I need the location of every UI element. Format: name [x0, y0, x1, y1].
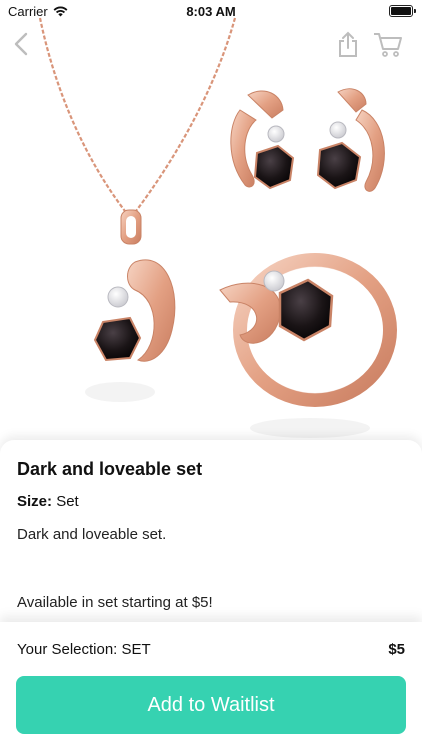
- selection-label: Your Selection: SET: [17, 641, 151, 658]
- availability-text: Available in set starting at $5!: [17, 594, 213, 611]
- selection-row: Your Selection: SET $5: [17, 641, 405, 658]
- ring: [219, 253, 397, 407]
- selection-price: $5: [388, 641, 405, 658]
- battery-icon: [389, 5, 416, 17]
- product-image: [0, 0, 422, 450]
- earring-left: [230, 90, 295, 190]
- earring-right: [316, 88, 385, 192]
- cart-icon[interactable]: [372, 30, 404, 58]
- product-description: Dark and loveable set.: [17, 526, 167, 543]
- bottom-bar: Your Selection: SET $5 Add to Waitlist: [0, 622, 422, 750]
- chevron-left-icon[interactable]: [10, 30, 34, 58]
- product-title: Dark and loveable set: [17, 459, 203, 479]
- product-info-card: Dark and loveable set Size: Set Dark and…: [0, 440, 422, 630]
- status-time: 8:03 AM: [186, 4, 236, 19]
- size-label: Size:: [17, 493, 53, 510]
- status-bar: Carrier 8:03 AM: [0, 0, 422, 22]
- add-to-waitlist-button[interactable]: Add to Waitlist: [16, 676, 406, 734]
- size-row: Size: Set: [17, 493, 405, 510]
- size-value: Set: [56, 493, 79, 510]
- share-icon[interactable]: [336, 30, 360, 58]
- necklace-chain: [38, 17, 237, 216]
